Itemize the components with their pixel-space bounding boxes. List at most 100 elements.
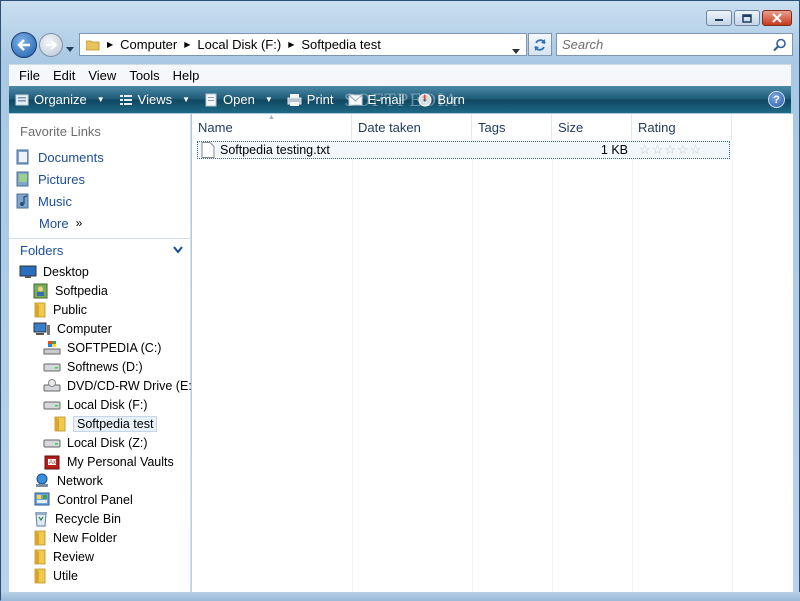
column-date-taken[interactable]: Date taken	[352, 114, 472, 140]
tree-item-softpedia[interactable]: Softpedia	[9, 281, 191, 300]
chevron-down-icon: ▼	[264, 95, 273, 104]
folder-icon	[33, 568, 47, 584]
recent-pages-dropdown[interactable]	[66, 41, 74, 55]
refresh-button[interactable]	[528, 33, 552, 56]
watermark: SOFTPEDIA	[344, 91, 459, 111]
close-button[interactable]	[762, 10, 792, 26]
column-name[interactable]: Name ▲	[192, 114, 352, 140]
tree-item-softnews-d[interactable]: Softnews (D:)	[9, 357, 191, 376]
search-icon[interactable]	[773, 38, 787, 55]
tree-item-local-disk-z[interactable]: Local Disk (Z:)	[9, 433, 191, 452]
tree-item-recycle-bin[interactable]: Recycle Bin	[9, 509, 191, 528]
search-box	[556, 33, 793, 56]
favorite-pictures[interactable]: Pictures	[9, 168, 190, 190]
folders-header[interactable]: Folders	[9, 238, 191, 262]
documents-icon	[16, 149, 29, 165]
pictures-icon	[16, 171, 29, 187]
sort-ascending-icon: ▲	[268, 114, 275, 121]
tree-item-desktop[interactable]: Desktop	[9, 262, 191, 281]
column-size[interactable]: Size	[552, 114, 632, 140]
address-dropdown-button[interactable]	[512, 42, 520, 57]
column-tags-label: Tags	[478, 119, 506, 135]
favorite-more-label: More	[39, 215, 69, 231]
favorite-music[interactable]: Music	[9, 190, 190, 212]
file-name: Softpedia testing.txt	[220, 143, 330, 157]
tree-item-softpedia-c[interactable]: SOFTPEDIA (C:)	[9, 338, 191, 357]
svg-text:Ax: Ax	[49, 460, 56, 466]
star-icon[interactable]: ☆	[664, 142, 676, 158]
tree-item-dvd-cd-rw-drive-e[interactable]: DVD/CD-RW Drive (E:)	[9, 376, 196, 395]
menu-help[interactable]: Help	[173, 68, 200, 83]
open-document-icon	[205, 93, 217, 106]
help-button[interactable]: ?	[768, 91, 785, 108]
drive-icon	[43, 437, 61, 449]
rating-stars[interactable]: ☆ ☆ ☆ ☆ ☆	[639, 142, 701, 158]
open-label: Open	[223, 92, 255, 107]
favorite-documents[interactable]: Documents	[9, 146, 190, 168]
tree-item-utile[interactable]: Utile	[9, 566, 191, 585]
tree-item-local-disk-f[interactable]: Local Disk (F:)	[9, 395, 191, 414]
tree-item-review[interactable]: Review	[9, 547, 191, 566]
organize-icon	[15, 94, 29, 105]
close-icon	[772, 13, 782, 23]
chevron-down-icon	[173, 246, 183, 254]
tree-item-label: Desktop	[43, 264, 89, 279]
user-folder-icon	[33, 283, 49, 299]
caption-buttons	[706, 10, 792, 26]
network-icon	[33, 473, 51, 489]
star-icon[interactable]: ☆	[690, 142, 702, 158]
views-label: Views	[137, 92, 173, 107]
favorite-pictures-label: Pictures	[38, 171, 85, 187]
tree-item-my-personal-vaults[interactable]: Ax My Personal Vaults	[9, 452, 191, 471]
tree-item-label: Review	[53, 549, 94, 564]
file-size: 1 KB	[600, 143, 628, 157]
back-button[interactable]	[11, 32, 37, 58]
star-icon[interactable]: ☆	[639, 142, 651, 158]
desktop-icon	[19, 265, 37, 279]
column-rating[interactable]: Rating	[632, 114, 732, 140]
organize-button[interactable]: Organize ▼	[15, 92, 105, 107]
open-button[interactable]: Open ▼	[204, 92, 273, 107]
menu-tools[interactable]: Tools	[129, 68, 159, 83]
search-input[interactable]	[562, 37, 762, 52]
file-row[interactable]: Softpedia testing.txt 1 KB ☆ ☆ ☆ ☆ ☆	[197, 141, 730, 159]
minimize-button[interactable]	[706, 10, 732, 26]
maximize-button[interactable]	[734, 10, 760, 26]
column-headers: Name ▲ Date taken Tags Size Rating	[192, 114, 732, 140]
organize-label: Organize	[34, 92, 87, 107]
menu-bar: File Edit View Tools Help	[9, 64, 791, 86]
star-icon[interactable]: ☆	[652, 142, 664, 158]
tree-item-control-panel[interactable]: Control Panel	[9, 490, 191, 509]
tree-item-label: Control Panel	[57, 492, 133, 507]
breadcrumb-softpedia-test[interactable]: Softpedia test	[301, 37, 381, 52]
maximize-icon	[742, 13, 752, 23]
folders-header-label: Folders	[20, 243, 64, 258]
views-icon	[119, 94, 132, 105]
chevron-down-icon	[512, 49, 520, 54]
tree-item-label: Utile	[53, 568, 79, 583]
menu-edit[interactable]: Edit	[53, 68, 75, 83]
tree-item-label: Recycle Bin	[55, 511, 121, 526]
menu-view[interactable]: View	[88, 68, 116, 83]
views-button[interactable]: Views ▼	[119, 92, 190, 107]
favorite-more[interactable]: More »	[9, 212, 190, 234]
column-tags[interactable]: Tags	[472, 114, 552, 140]
address-bar[interactable]: ▶ Computer ▶ Local Disk (F:) ▶ Softpedia…	[79, 33, 527, 56]
command-bar: Organize ▼ Views ▼ Open ▼ Print E-mail B…	[9, 86, 791, 113]
tree-item-softpedia-test[interactable]: Softpedia test	[9, 414, 191, 433]
tree-item-new-folder[interactable]: New Folder	[9, 528, 191, 547]
menu-file[interactable]: File	[19, 68, 40, 83]
star-icon[interactable]: ☆	[677, 142, 689, 158]
breadcrumb-local-disk-f[interactable]: Local Disk (F:)	[197, 37, 281, 52]
forward-button[interactable]	[39, 33, 63, 57]
tree-item-network[interactable]: Network	[9, 471, 191, 490]
tree-item-label: Softpedia	[55, 283, 108, 298]
print-button[interactable]: Print	[287, 92, 334, 107]
tree-item-computer[interactable]: Computer	[9, 319, 191, 338]
breadcrumb-computer[interactable]: Computer	[120, 37, 177, 52]
column-name-label: Name	[198, 119, 233, 135]
tree-item-label: Local Disk (Z:)	[67, 435, 148, 450]
tree-item-label: DVD/CD-RW Drive (E:)	[67, 378, 196, 393]
tree-item-public[interactable]: Public	[9, 300, 191, 319]
double-chevron-right-icon: »	[75, 216, 83, 230]
